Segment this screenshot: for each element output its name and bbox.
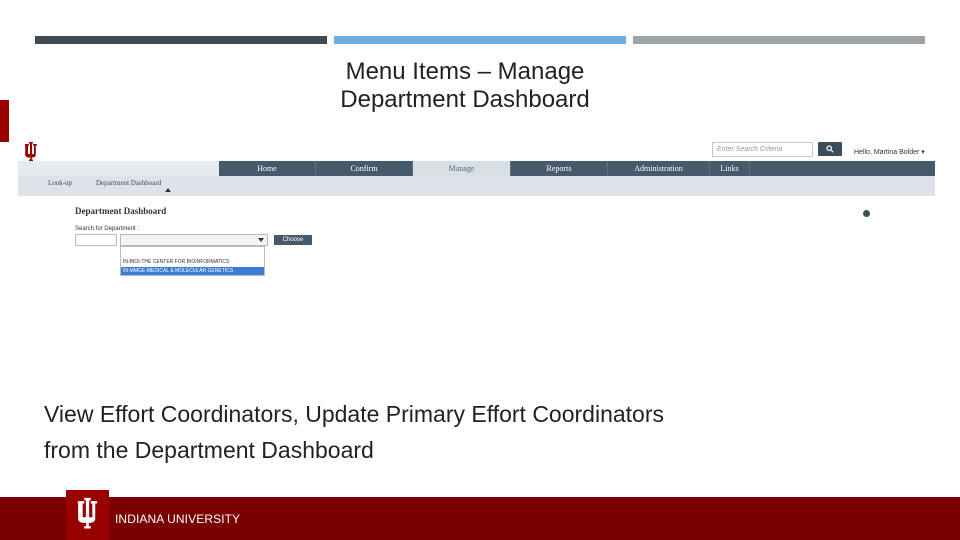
subnav-active-caret-icon bbox=[165, 188, 171, 192]
app-screenshot: Enter Search Criteria Hello, Martina Bol… bbox=[18, 135, 935, 280]
department-code-input[interactable] bbox=[75, 234, 117, 246]
help-icon[interactable] bbox=[863, 210, 870, 217]
slide-body-line-2: from the Department Dashboard bbox=[44, 437, 374, 463]
search-input[interactable]: Enter Search Criteria bbox=[712, 142, 813, 157]
top-bar-gray bbox=[633, 36, 925, 44]
dropdown-option-selected[interactable]: IN-MMGE-MEDICAL & MOLECULAR GENETICS bbox=[121, 267, 264, 275]
search-icon bbox=[826, 145, 834, 153]
department-search-label: Search for Department : bbox=[75, 226, 140, 232]
search-button[interactable] bbox=[818, 142, 842, 156]
slide-title-line-2: Department Dashboard bbox=[340, 86, 590, 113]
nav-home[interactable]: Home bbox=[219, 161, 316, 176]
iu-logo bbox=[66, 490, 109, 540]
choose-button[interactable]: Choose bbox=[274, 235, 312, 245]
left-accent-bar bbox=[0, 100, 9, 142]
department-select[interactable] bbox=[120, 234, 268, 246]
iu-trident-icon bbox=[77, 497, 98, 529]
slide-title-line-1: Menu Items – Manage bbox=[345, 58, 585, 85]
nav-links[interactable]: Links bbox=[710, 161, 750, 176]
department-dropdown-list: IN-BIOI-THE CENTER FOR BIOINFORMATICS IN… bbox=[120, 246, 265, 276]
nav-manage[interactable]: Manage bbox=[413, 161, 511, 176]
nav-reports[interactable]: Reports bbox=[511, 161, 608, 176]
slide-body-line-1: View Effort Coordinators, Update Primary… bbox=[44, 401, 665, 427]
top-bar-dark bbox=[35, 36, 327, 44]
top-bar-blue bbox=[334, 36, 626, 44]
nav-administration[interactable]: Administration bbox=[608, 161, 710, 176]
slide-title: Menu Items – Manage Department Dashboard bbox=[290, 58, 640, 114]
footer-org-name: INDIANA UNIVERSITY bbox=[115, 512, 241, 526]
iu-trident-icon[interactable] bbox=[22, 141, 40, 163]
slide-body: View Effort Coordinators, Update Primary… bbox=[44, 396, 904, 468]
subnav-lookup[interactable]: Look-up bbox=[48, 179, 72, 187]
chevron-down-icon bbox=[258, 238, 264, 242]
dropdown-option[interactable]: IN-BIOI-THE CENTER FOR BIOINFORMATICS bbox=[121, 258, 264, 266]
subnav-department-dashboard[interactable]: Department Dashboard bbox=[96, 179, 161, 187]
nav-confirm[interactable]: Confirm bbox=[316, 161, 413, 176]
page-heading: Department Dashboard bbox=[75, 206, 167, 216]
user-menu[interactable]: Hello, Martina Bolder ▾ bbox=[854, 148, 925, 156]
